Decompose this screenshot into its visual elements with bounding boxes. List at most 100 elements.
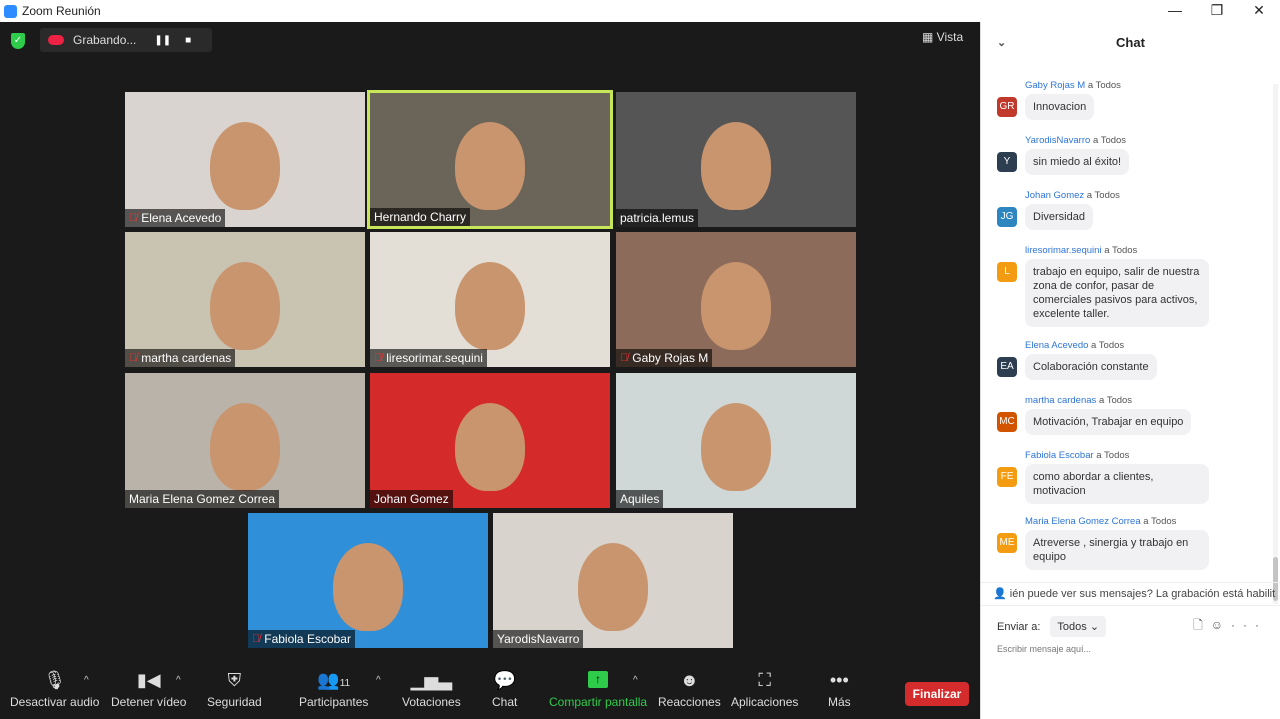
message-sender: YarodisNavarro a Todos bbox=[1025, 135, 1127, 146]
share-screen-button[interactable]: ↑ Compartir pantalla bbox=[549, 665, 647, 719]
message-text: como abordar a clientes, motivacion bbox=[1025, 464, 1209, 504]
recipient: a Todos bbox=[1086, 190, 1120, 201]
video-tile[interactable]: Aquiles bbox=[616, 373, 856, 508]
video-tile[interactable]: 🎙̸ Fabiola Escobar bbox=[248, 513, 488, 648]
video-tile[interactable]: Hernando Charry bbox=[367, 90, 613, 229]
participants-label: Participantes bbox=[299, 695, 369, 709]
recipient: a Todos bbox=[1143, 516, 1177, 527]
title-bar: Zoom Reunión — ❐ ✕ bbox=[0, 0, 1280, 22]
polls-button[interactable]: ▁▅▃ Votaciones bbox=[402, 665, 461, 719]
meeting-toolbar: 🎙 Desactivar audio ^ ▮◀ Detener vídeo ^ ⛨ S… bbox=[0, 665, 980, 719]
stop-recording-button[interactable]: ■ bbox=[185, 35, 191, 46]
participant-name: YarodisNavarro bbox=[497, 632, 580, 646]
chat-scrollbar[interactable] bbox=[1273, 84, 1278, 604]
video-tile[interactable]: YarodisNavarro bbox=[493, 513, 733, 648]
bar-chart-icon: ▁▅▃ bbox=[410, 670, 453, 690]
participant-video bbox=[333, 542, 403, 631]
microphone-icon: 🎙 bbox=[43, 670, 67, 690]
video-tile[interactable]: 🎙̸ Elena Acevedo bbox=[125, 92, 365, 227]
zoom-logo-icon bbox=[4, 4, 17, 18]
avatar: FE bbox=[997, 467, 1017, 487]
message-text: Innovacion bbox=[1025, 94, 1095, 120]
audio-label: Desactivar audio bbox=[10, 695, 100, 709]
reactions-button[interactable]: ☻ Reacciones bbox=[658, 665, 721, 719]
participant-name-tag: 🎙̸ Fabiola Escobar bbox=[248, 630, 355, 648]
chat-label: Chat bbox=[492, 695, 518, 709]
emoji-icon[interactable]: ☺ bbox=[1211, 618, 1231, 632]
end-meeting-button[interactable]: Finalizar bbox=[905, 682, 969, 706]
recipient-dropdown[interactable]: Todos ⌄ bbox=[1050, 616, 1107, 637]
notice-text: ién puede ver sus mensajes? La grabación… bbox=[1009, 588, 1276, 600]
security-button[interactable]: ⛨ Seguridad bbox=[207, 665, 262, 719]
view-button[interactable]: ▦ Vista bbox=[922, 30, 963, 44]
collapse-chevron-icon[interactable]: ⌄ bbox=[997, 36, 1006, 49]
apps-label: Aplicaciones bbox=[731, 695, 799, 709]
share-options-caret[interactable]: ^ bbox=[633, 675, 638, 686]
message-text: Colaboración constante bbox=[1025, 354, 1157, 380]
message-sender: liresorimar.sequini a Todos bbox=[1025, 245, 1138, 256]
participant-name: Aquiles bbox=[620, 492, 660, 506]
participant-name-tag: 🎙̸ liresorimar.sequini bbox=[370, 349, 487, 367]
participant-video bbox=[701, 402, 771, 491]
video-tile[interactable]: Johan Gomez bbox=[370, 373, 610, 508]
chat-message: Maria Elena Gomez Correa a Todos ME Atreve… bbox=[997, 516, 1267, 570]
chat-message: Johan Gomez a Todos JG Diversidad bbox=[997, 190, 1267, 230]
participant-video bbox=[455, 402, 525, 491]
video-tile[interactable]: 🎙̸ martha cardenas bbox=[125, 232, 365, 367]
apps-button[interactable]: ⛶ Aplicaciones bbox=[731, 665, 798, 719]
minimize-button[interactable]: — bbox=[1154, 0, 1196, 20]
more-button[interactable]: ••• Más bbox=[828, 665, 851, 719]
participant-name: Johan Gomez bbox=[374, 492, 449, 506]
recipient-value: Todos bbox=[1057, 621, 1087, 633]
camera-icon: ▮◀ bbox=[136, 670, 161, 690]
message-text: Atreverse , sinergia y trabajo en equipo bbox=[1025, 530, 1209, 570]
avatar: EA bbox=[997, 357, 1017, 377]
chat-title: Chat bbox=[1116, 34, 1145, 50]
video-tile[interactable]: 🎙̸ Gaby Rojas M bbox=[616, 232, 856, 367]
encryption-shield-icon[interactable]: ✓ bbox=[11, 33, 25, 49]
recipient: a Todos bbox=[1087, 80, 1121, 91]
maximize-button[interactable]: ❐ bbox=[1196, 0, 1238, 20]
participant-name: Fabiola Escobar bbox=[264, 632, 351, 646]
video-tile[interactable]: Maria Elena Gomez Correa bbox=[125, 373, 365, 508]
participants-options-caret[interactable]: ^ bbox=[376, 675, 381, 686]
recipient: a Todos bbox=[1092, 135, 1127, 146]
audio-options-caret[interactable]: ^ bbox=[84, 675, 89, 686]
participant-name-tag: 🎙̸ Gaby Rojas M bbox=[616, 349, 713, 367]
video-tile[interactable]: patricia.lemus bbox=[616, 92, 856, 227]
avatar: Y bbox=[997, 152, 1017, 172]
muted-mic-icon: 🎙̸ bbox=[374, 352, 383, 364]
video-options-caret[interactable]: ^ bbox=[176, 675, 181, 686]
participant-name-tag: Aquiles bbox=[616, 490, 664, 508]
avatar: MC bbox=[997, 412, 1017, 432]
participant-name-tag: 🎙̸ Elena Acevedo bbox=[125, 209, 226, 227]
participant-video bbox=[210, 261, 280, 350]
participant-name: liresorimar.sequini bbox=[386, 351, 483, 365]
stop-video-button[interactable]: ▮◀ Detener vídeo bbox=[111, 665, 186, 719]
chat-button[interactable]: 💬 Chat bbox=[492, 665, 517, 719]
close-button[interactable]: ✕ bbox=[1238, 0, 1280, 20]
chat-messages: Gaby Rojas M a Todos GR Innovacion YarodisN… bbox=[981, 76, 1280, 581]
view-label: Vista bbox=[936, 30, 964, 44]
more-options-icon[interactable]: ··· bbox=[1231, 618, 1267, 632]
pause-recording-button[interactable]: ❚❚ bbox=[154, 35, 171, 46]
person-icon: 👤 bbox=[993, 588, 1010, 600]
participant-video bbox=[701, 121, 771, 210]
chat-message: YarodisNavarro a Todos Ysin miedo al éxit… bbox=[997, 135, 1267, 175]
participants-button[interactable]: 👥11 Participantes bbox=[299, 665, 368, 719]
window-title: Zoom Reunión bbox=[22, 4, 101, 18]
mute-audio-button[interactable]: 🎙 Desactivar audio bbox=[10, 665, 99, 719]
participant-name: Elena Acevedo bbox=[141, 211, 222, 225]
security-label: Seguridad bbox=[207, 695, 262, 709]
video-stage: ✓ Grabando... ❚❚ ■ ▦ Vista 🎙̸ Elena Aceve… bbox=[0, 22, 980, 719]
muted-mic-icon: 🎙̸ bbox=[129, 352, 138, 364]
video-tile[interactable]: 🎙̸ liresorimar.sequini bbox=[370, 232, 610, 367]
privacy-notice: 👤 ién puede ver sus mensajes? La grabaci… bbox=[981, 582, 1280, 606]
apps-icon: ⛶ bbox=[758, 670, 771, 690]
participant-name-tag: Maria Elena Gomez Correa bbox=[125, 490, 280, 508]
file-icon[interactable]: 🗋 bbox=[1193, 618, 1211, 632]
message-sender: martha cardenas a Todos bbox=[1025, 395, 1133, 406]
participant-name: martha cardenas bbox=[141, 351, 232, 365]
message-input[interactable]: Escribir mensaje aquí... bbox=[997, 644, 1091, 654]
recording-label: Grabando... bbox=[73, 33, 137, 47]
